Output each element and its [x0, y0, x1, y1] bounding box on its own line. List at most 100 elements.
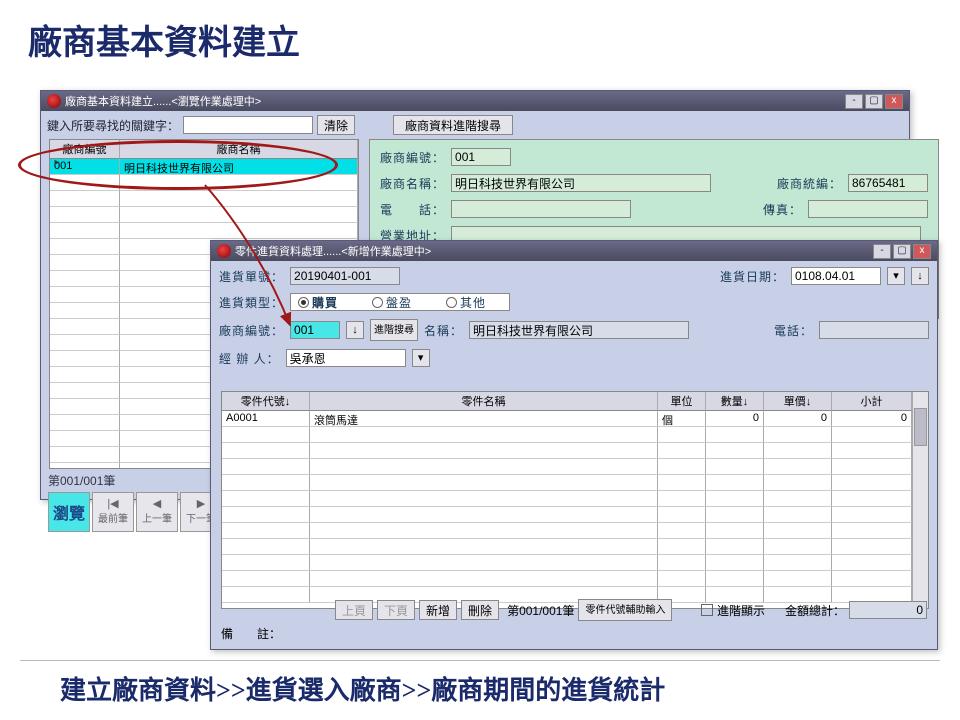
table-row[interactable] — [50, 207, 358, 223]
cell-unit: 個 — [658, 411, 706, 427]
handler-label: 經 辦 人： — [219, 350, 280, 367]
vendor-name-label: 名稱： — [424, 322, 463, 339]
col-qty[interactable]: 數量↓ — [706, 392, 764, 411]
handler-dropdown-button[interactable]: ▾ — [412, 349, 430, 367]
billno-label: 進貨單號： — [219, 268, 284, 285]
vendor-dropdown-button[interactable]: ↓ — [346, 321, 364, 339]
vendor-code-label: 廠商編號： — [219, 322, 284, 339]
col-subtotal[interactable]: 小計 — [832, 392, 912, 411]
table-row[interactable]: A0001 滾筒馬達 個 0 0 0 — [222, 411, 928, 427]
vendor-fax-label: 傳真： — [762, 201, 802, 218]
table-row[interactable] — [50, 175, 358, 191]
label: 最前筆 — [98, 510, 128, 525]
type-buy-radio[interactable]: 購買 — [298, 294, 358, 311]
vendor-tel-label: 電 話： — [380, 201, 445, 218]
clear-button[interactable]: 清除 — [317, 115, 355, 135]
date-dropdown-button[interactable]: ▾ — [887, 267, 905, 285]
maximize-button[interactable]: ▢ — [893, 244, 911, 259]
type-surplus-radio[interactable]: 盤盈 — [372, 294, 432, 311]
date-field[interactable] — [791, 267, 881, 285]
vendor-fax-field[interactable] — [808, 200, 928, 218]
table-row[interactable] — [222, 555, 928, 571]
first-record-button[interactable]: |◀最前筆 — [92, 492, 134, 532]
vendor-code-field[interactable] — [451, 148, 511, 166]
table-row[interactable] — [50, 191, 358, 207]
divider — [20, 660, 940, 661]
col-price[interactable]: 單價↓ — [764, 392, 832, 411]
table-row[interactable]: 001 明日科技世界有限公司 — [50, 159, 358, 175]
table-row[interactable] — [222, 539, 928, 555]
minimize-button[interactable]: - — [845, 94, 863, 109]
titlebar[interactable]: 零件進貨資料處理......<新增作業處理中> - ▢ x — [211, 241, 937, 261]
label: 其他 — [460, 294, 486, 311]
vertical-scrollbar[interactable] — [912, 392, 928, 608]
radio-checked-icon — [298, 297, 309, 308]
vendor-tel-label: 電話： — [774, 322, 813, 339]
table-row[interactable] — [222, 571, 928, 587]
total-field[interactable] — [849, 601, 927, 619]
next-icon: ▶ — [197, 499, 205, 510]
close-button[interactable]: x — [885, 94, 903, 109]
adv-show-label: 進階顯示 — [717, 602, 765, 619]
date-picker-button[interactable]: ↓ — [911, 267, 929, 285]
footer-bar: 上頁 下頁 新增 刪除 第001/001筆 零件代號輔助輸入 進階顯示 金額總計… — [221, 599, 927, 639]
next-page-button[interactable]: 下頁 — [377, 600, 415, 620]
table-row[interactable] — [222, 523, 928, 539]
maximize-button[interactable]: ▢ — [865, 94, 883, 109]
cell-vendor-name: 明日科技世界有限公司 — [120, 159, 358, 175]
table-row[interactable] — [222, 459, 928, 475]
col-vendor-name[interactable]: 廠商名稱 — [120, 140, 358, 159]
search-label: 鍵入所要尋找的關鍵字： — [47, 117, 179, 134]
vendor-name-field[interactable] — [469, 321, 689, 339]
search-input[interactable] — [183, 116, 313, 134]
items-grid[interactable]: 零件代號↓ 零件名稱 單位 數量↓ 單價↓ 小計 A0001 滾筒馬達 個 0 … — [221, 391, 929, 609]
titlebar[interactable]: 廠商基本資料建立......<瀏覽作業處理中> - ▢ x — [41, 91, 909, 111]
table-row[interactable] — [222, 491, 928, 507]
col-part-code[interactable]: 零件代號↓ — [222, 392, 310, 411]
advanced-search-button[interactable]: 廠商資料進階搜尋 — [393, 115, 513, 135]
vendor-code-input[interactable] — [290, 321, 340, 339]
items-pager: 第001/001筆 — [507, 602, 574, 619]
prev-page-button[interactable]: 上頁 — [335, 600, 373, 620]
billno-field[interactable] — [290, 267, 400, 285]
type-other-radio[interactable]: 其他 — [446, 294, 506, 311]
prev-record-button[interactable]: ◀上一筆 — [136, 492, 178, 532]
vendor-adv-search-button[interactable]: 進階搜尋 — [370, 319, 418, 341]
app-icon — [217, 244, 231, 258]
close-button[interactable]: x — [913, 244, 931, 259]
minimize-button[interactable]: - — [873, 244, 891, 259]
vendor-name-field[interactable] — [451, 174, 711, 192]
col-unit[interactable]: 單位 — [658, 392, 706, 411]
table-row[interactable] — [50, 223, 358, 239]
cell-code: A0001 — [222, 411, 310, 427]
label: 購買 — [312, 294, 338, 311]
table-row[interactable] — [222, 475, 928, 491]
app-icon — [47, 94, 61, 108]
radio-icon — [372, 297, 383, 308]
vendor-tax-field[interactable] — [848, 174, 928, 192]
adv-show-checkbox[interactable] — [701, 604, 713, 616]
aux-input-button[interactable]: 零件代號輔助輸入 — [578, 599, 672, 621]
browse-button[interactable]: 瀏覽 — [48, 492, 90, 532]
table-row[interactable] — [222, 443, 928, 459]
workflow-text: 建立廠商資料>>進貨選入廠商>>廠商期間的進貨統計 — [60, 670, 665, 707]
table-row[interactable] — [222, 507, 928, 523]
cell-price: 0 — [764, 411, 832, 427]
type-label: 進貨類型： — [219, 294, 284, 311]
col-part-name[interactable]: 零件名稱 — [310, 392, 658, 411]
label: 盤盈 — [386, 294, 412, 311]
vendor-tel-field[interactable] — [819, 321, 929, 339]
vendor-tel-field[interactable] — [451, 200, 631, 218]
table-row[interactable] — [222, 427, 928, 443]
delete-button[interactable]: 刪除 — [461, 600, 499, 620]
add-button[interactable]: 新增 — [419, 600, 457, 620]
page-title: 廠商基本資料建立 — [28, 15, 300, 64]
row-marker-icon: ▸ — [52, 157, 62, 168]
window-title: 零件進貨資料處理......<新增作業處理中> — [235, 243, 431, 259]
radio-icon — [446, 297, 457, 308]
handler-field[interactable] — [286, 349, 406, 367]
cell-sub: 0 — [832, 411, 912, 427]
pager-text: 第001/001筆 — [48, 472, 115, 489]
scrollbar-thumb[interactable] — [914, 408, 927, 446]
vendor-name-label: 廠商名稱： — [380, 175, 445, 192]
